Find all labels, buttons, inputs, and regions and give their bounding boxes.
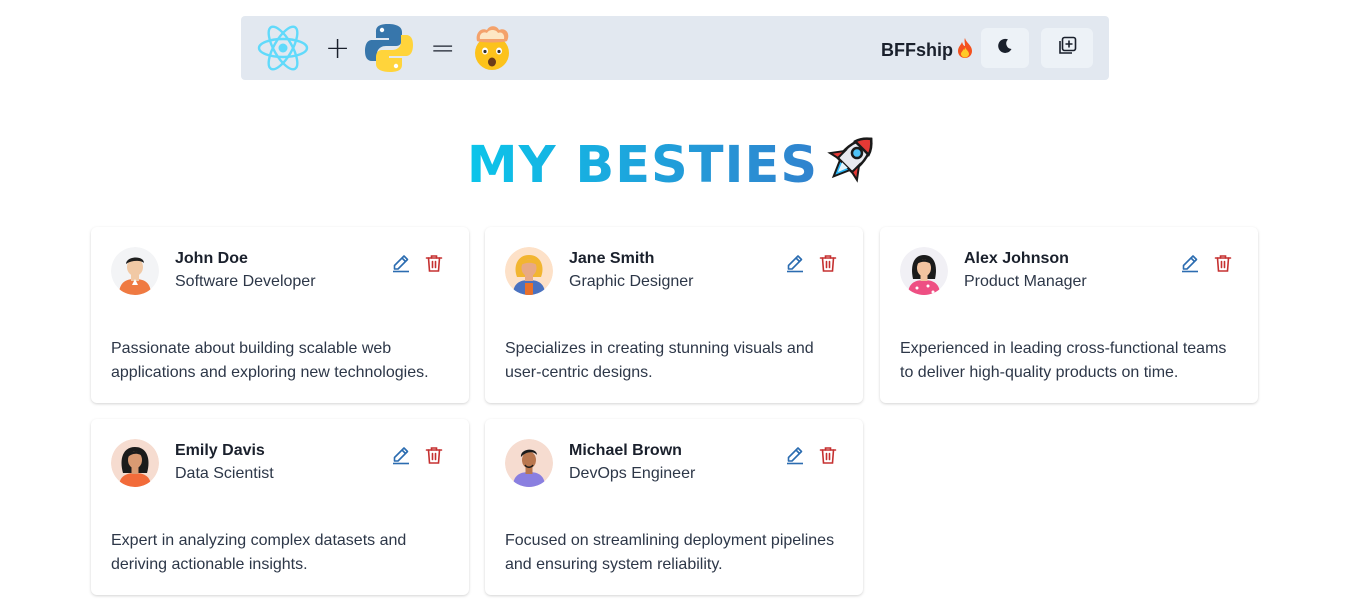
trash-icon bbox=[819, 255, 837, 272]
delete-friend-button[interactable] bbox=[1213, 253, 1233, 273]
trash-icon bbox=[1214, 255, 1232, 272]
brand-text: BFFship bbox=[881, 40, 953, 60]
friend-description: Expert in analyzing complex datasets and… bbox=[111, 532, 407, 573]
friend-card: Michael Brown DevOps Engineer Focused on… bbox=[485, 419, 863, 595]
edit-friend-button[interactable] bbox=[391, 445, 411, 465]
add-friend-button[interactable] bbox=[1041, 28, 1093, 68]
delete-friend-button[interactable] bbox=[424, 253, 444, 273]
logo-equation: + = bbox=[257, 16, 515, 80]
friend-name: Jane Smith bbox=[569, 250, 655, 267]
edit-friend-button[interactable] bbox=[1180, 253, 1200, 273]
edit-icon bbox=[787, 447, 803, 465]
moon-icon bbox=[997, 38, 1013, 59]
friend-name: Michael Brown bbox=[569, 442, 682, 459]
plus-sign: + bbox=[325, 30, 351, 66]
friend-role: Data Scientist bbox=[175, 465, 274, 482]
delete-friend-button[interactable] bbox=[818, 253, 838, 273]
friend-role: Graphic Designer bbox=[569, 273, 694, 290]
rocket-icon bbox=[822, 128, 882, 201]
friend-card: Jane Smith Graphic Designer Specializes … bbox=[485, 227, 863, 403]
avatar bbox=[111, 439, 159, 487]
friend-card: John Doe Software Developer Passionate a… bbox=[91, 227, 469, 403]
edit-icon bbox=[787, 255, 803, 273]
delete-friend-button[interactable] bbox=[424, 445, 444, 465]
page-title: MY BESTIES bbox=[0, 128, 1349, 201]
edit-friend-button[interactable] bbox=[785, 253, 805, 273]
avatar bbox=[505, 247, 553, 295]
edit-icon bbox=[1182, 255, 1198, 273]
avatar bbox=[505, 439, 553, 487]
friend-role: DevOps Engineer bbox=[569, 465, 696, 482]
friend-description: Passionate about building scalable web a… bbox=[111, 340, 429, 381]
exploding-head-icon bbox=[469, 25, 515, 71]
friend-name: John Doe bbox=[175, 250, 248, 267]
fire-icon bbox=[957, 38, 973, 63]
friend-description: Specializes in creating stunning visuals… bbox=[505, 340, 814, 381]
avatar bbox=[111, 247, 159, 295]
friend-description: Experienced in leading cross-functional … bbox=[900, 340, 1227, 381]
equals-sign: = bbox=[430, 30, 456, 66]
delete-friend-button[interactable] bbox=[818, 445, 838, 465]
trash-icon bbox=[425, 447, 443, 464]
navbar: + = BFFship bbox=[241, 16, 1109, 80]
edit-friend-button[interactable] bbox=[391, 253, 411, 273]
avatar bbox=[900, 247, 948, 295]
friend-role: Software Developer bbox=[175, 273, 316, 290]
theme-toggle-button[interactable] bbox=[981, 28, 1029, 68]
brand-title: BFFship bbox=[881, 38, 973, 63]
page-title-text: MY BESTIES bbox=[466, 136, 819, 195]
edit-icon bbox=[393, 255, 409, 273]
friend-name: Alex Johnson bbox=[964, 250, 1069, 267]
react-logo-icon bbox=[257, 24, 309, 72]
add-square-icon bbox=[1057, 36, 1077, 61]
python-logo-icon bbox=[364, 22, 414, 74]
trash-icon bbox=[819, 447, 837, 464]
friend-role: Product Manager bbox=[964, 273, 1087, 290]
friend-description: Focused on streamlining deployment pipel… bbox=[505, 532, 835, 573]
friend-card: Emily Davis Data Scientist Expert in ana… bbox=[91, 419, 469, 595]
edit-friend-button[interactable] bbox=[785, 445, 805, 465]
friend-card: Alex Johnson Product Manager Experienced… bbox=[880, 227, 1258, 403]
edit-icon bbox=[393, 447, 409, 465]
friend-name: Emily Davis bbox=[175, 442, 265, 459]
trash-icon bbox=[425, 255, 443, 272]
